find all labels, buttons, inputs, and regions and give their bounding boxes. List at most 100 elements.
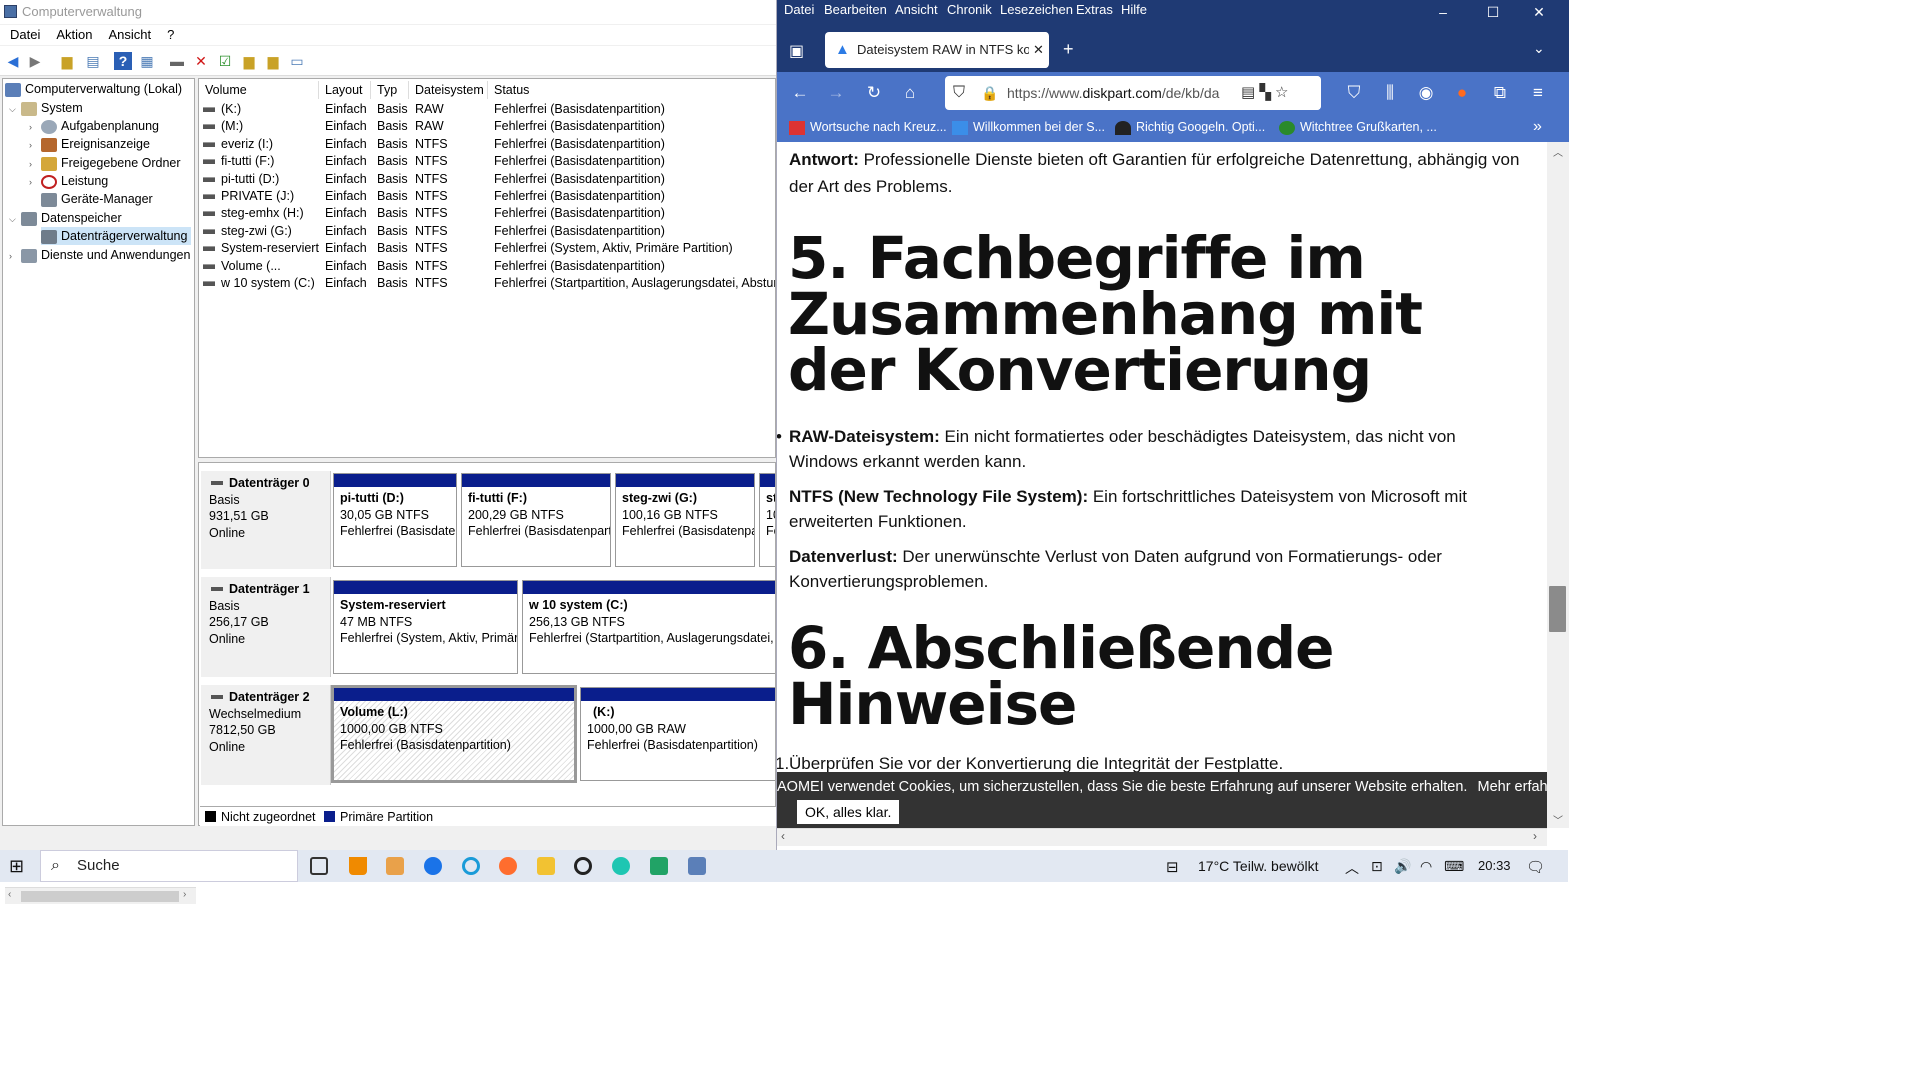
tree-item-shared-folders[interactable]: › Freigegebene Ordner xyxy=(29,154,181,172)
tab-overview-icon[interactable]: ▣ xyxy=(789,41,804,61)
scroll-down-icon[interactable]: ﹀ xyxy=(1553,812,1563,827)
spreadsheet-icon[interactable] xyxy=(650,857,668,875)
properties-icon[interactable]: ▭ xyxy=(288,52,306,70)
scroll-left-icon[interactable]: ‹ xyxy=(781,829,785,843)
close-window-icon[interactable]: ✕ xyxy=(1529,4,1549,21)
chevron-right-icon[interactable]: › xyxy=(29,118,41,136)
tab-list-chevron-icon[interactable]: ⌄ xyxy=(1533,40,1545,57)
volume-row[interactable]: steg-emhx (H:) Einfach Basis NTFS Fehlerfrei… xyxy=(199,205,775,222)
partition-d[interactable]: pi-tutti (D:) 30,05 GB NTFS Fehlerfrei (Ba… xyxy=(333,473,457,567)
volume-icon[interactable]: 🔊 xyxy=(1394,858,1411,875)
volume-row[interactable]: PRIVATE (J:) Einfach Basis NTFS Fehlerfrei (… xyxy=(199,188,775,205)
lock-icon[interactable]: 🔒 xyxy=(981,76,998,110)
vlc-icon[interactable] xyxy=(349,857,367,875)
show-tree-icon[interactable]: ▤ xyxy=(84,52,102,70)
folder-up-icon[interactable]: ▆ xyxy=(58,52,76,70)
folder-open-icon[interactable]: ▆ xyxy=(240,52,258,70)
new-tab-icon[interactable]: + xyxy=(1063,39,1074,60)
volume-row[interactable]: fi-tutti (F:) Einfach Basis NTFS Fehlerfrei … xyxy=(199,153,775,170)
chevron-right-icon[interactable]: › xyxy=(29,173,41,191)
tree-item-device-manager[interactable]: Geräte-Manager xyxy=(41,190,153,208)
column-header-typ[interactable]: Typ xyxy=(371,81,409,99)
bookmark-2[interactable]: Willkommen bei der S... xyxy=(952,120,1105,135)
bookmark-4[interactable]: Witchtree Grußkarten, ... xyxy=(1279,120,1437,135)
partition-system-reserved[interactable]: System-reserviert 47 MB NTFS Fehlerfrei (S… xyxy=(333,580,518,674)
bookmark-1[interactable]: Wortsuche nach Kreuz... xyxy=(789,120,947,135)
ff-menu-ansicht[interactable]: Ansicht xyxy=(895,2,938,17)
column-header-status[interactable]: Status xyxy=(488,81,775,99)
partition-l[interactable]: Volume (L:) 1000,00 GB NTFS Fehlerfrei (Ba… xyxy=(331,685,577,783)
clock[interactable]: 20:33 xyxy=(1478,858,1511,873)
scroll-right-icon[interactable]: › xyxy=(183,889,186,900)
taskbar-search[interactable]: ⌕ Suche xyxy=(40,850,298,882)
ff-vertical-scrollbar[interactable]: ︿ ﹀ xyxy=(1547,142,1569,828)
volume-row[interactable]: (M:) Einfach Basis RAW Fehlerfrei (Basisdate… xyxy=(199,118,775,135)
cm-menu-datei[interactable]: Datei xyxy=(10,25,48,45)
ff-horizontal-scrollbar[interactable]: ‹ › xyxy=(777,828,1547,846)
help-icon[interactable]: ? xyxy=(114,52,132,70)
volume-row[interactable]: pi-tutti (D:) Einfach Basis NTFS Fehlerfrei … xyxy=(199,171,775,188)
ff-menu-datei[interactable]: Datei xyxy=(784,2,814,17)
more-bookmarks-icon[interactable]: » xyxy=(1533,118,1542,136)
column-header-volume[interactable]: Volume xyxy=(199,81,319,99)
delete-icon[interactable]: ✕ xyxy=(192,52,210,70)
tree-item-storage[interactable]: ⌵ Datenspeicher xyxy=(9,209,122,227)
tree-item-performance[interactable]: › Leistung xyxy=(29,172,108,190)
scroll-left-icon[interactable]: ‹ xyxy=(8,889,11,900)
account-icon[interactable]: ◉ xyxy=(1415,82,1437,104)
cm-menu-ansicht[interactable]: Ansicht xyxy=(109,25,160,45)
scroll-up-icon[interactable]: ︿ xyxy=(1553,144,1563,159)
file-explorer-icon[interactable] xyxy=(537,857,555,875)
app-icon[interactable] xyxy=(386,857,404,875)
cortana-icon[interactable] xyxy=(462,857,480,875)
maximize-icon[interactable]: ☐ xyxy=(1483,4,1503,21)
forward-icon[interactable]: → xyxy=(825,82,847,104)
library-icon[interactable]: ⫼ xyxy=(1379,82,1401,104)
cm-menu-help[interactable]: ? xyxy=(167,25,182,45)
partition-f[interactable]: fi-tutti (F:) 200,29 GB NTFS Fehlerfrei (B… xyxy=(461,473,611,567)
tree-item-event-viewer[interactable]: › Ereignisanzeige xyxy=(29,135,150,153)
volume-row[interactable]: System-reserviert Einfach Basis NTFS Fehlerf… xyxy=(199,240,775,257)
cookie-ok-button[interactable]: OK, alles klar. xyxy=(797,800,900,824)
volume-row[interactable]: (K:) Einfach Basis RAW Fehlerfrei (Basisdate… xyxy=(199,101,775,118)
volume-row[interactable]: steg-zwi (G:) Einfach Basis NTFS Fehlerfrei … xyxy=(199,223,775,240)
computer-management-taskbar-icon[interactable] xyxy=(688,857,706,875)
ff-menu-chronik[interactable]: Chronik xyxy=(947,2,992,17)
partition-c[interactable]: w 10 system (C:) 256,13 GB NTFS Fehlerfrei… xyxy=(522,580,775,674)
connect-drive-icon[interactable]: ▬ xyxy=(168,52,186,70)
column-header-layout[interactable]: Layout xyxy=(319,81,371,99)
column-header-dateisystem[interactable]: Dateisystem xyxy=(409,81,488,99)
thunderbird-icon[interactable] xyxy=(424,857,442,875)
tree-scroll-thumb[interactable] xyxy=(21,891,179,902)
tree-item-disk-management[interactable]: Datenträgerverwaltung xyxy=(41,227,191,245)
url-bar[interactable]: ⛉ 🔒 https://www.diskpart.com/de/kb/da ▤ … xyxy=(945,76,1321,110)
chevron-right-icon[interactable]: › xyxy=(29,155,41,173)
hamburger-menu-icon[interactable]: ≡ xyxy=(1527,82,1549,104)
forward-arrow-icon[interactable]: ▶ xyxy=(26,52,44,70)
weather-icon[interactable]: ⊟ xyxy=(1166,858,1179,876)
notifications-icon[interactable]: 🗨 xyxy=(1526,858,1545,876)
tree-item-task-scheduler[interactable]: › Aufgabenplanung xyxy=(29,117,159,135)
chevron-down-icon[interactable]: ⌵ xyxy=(9,210,21,228)
reader-mode-icon[interactable]: ▤ ▚ ☆ xyxy=(1237,76,1321,110)
partition-g[interactable]: steg-zwi (G:) 100,16 GB NTFS Fehlerfrei (B… xyxy=(615,473,755,567)
panel-icon[interactable]: ▦ xyxy=(138,52,156,70)
chevron-up-icon[interactable]: ︿ xyxy=(1345,858,1359,878)
extensions-icon[interactable]: ⧉ xyxy=(1489,82,1511,104)
media-icon[interactable] xyxy=(574,857,592,875)
back-arrow-icon[interactable]: ◀ xyxy=(4,52,22,70)
chevron-right-icon[interactable]: › xyxy=(9,247,21,265)
meet-now-icon[interactable]: ⊡ xyxy=(1371,858,1383,875)
ff-menu-lesezeichen[interactable]: Lesezeichen xyxy=(1000,2,1073,17)
close-tab-icon[interactable]: ✕ xyxy=(1029,32,1048,68)
ff-menu-extras[interactable]: Extras xyxy=(1076,2,1113,17)
pocket-icon[interactable]: ⛉ xyxy=(1343,82,1365,104)
task-view-icon[interactable] xyxy=(310,857,328,875)
tree-item-system[interactable]: ⌵ System xyxy=(9,99,83,117)
chat-icon[interactable] xyxy=(612,857,630,875)
tree-horizontal-scrollbar[interactable]: ‹ › xyxy=(5,887,196,904)
cm-menu-aktion[interactable]: Aktion xyxy=(56,25,100,45)
weather-text[interactable]: 17°C Teilw. bewölkt xyxy=(1198,858,1319,874)
tree-item-services-apps[interactable]: › Dienste und Anwendungen xyxy=(9,246,190,264)
bookmark-3[interactable]: Richtig Googeln. Opti... xyxy=(1115,120,1265,135)
